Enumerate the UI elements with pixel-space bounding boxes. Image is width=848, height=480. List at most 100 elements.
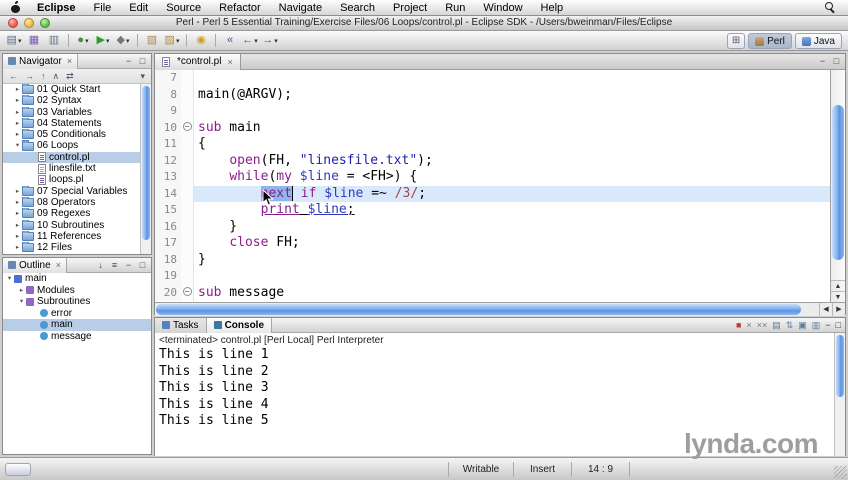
print-button[interactable]: ▥ [45, 32, 63, 49]
terminate-button[interactable]: ■ [736, 319, 741, 332]
menu-refactor[interactable]: Refactor [210, 0, 270, 16]
code-line-20[interactable]: 20− sub message [155, 284, 830, 302]
minimize-button[interactable]: − [825, 319, 830, 332]
navigator-item-07-special-variables[interactable]: ▸ 07 Special Variables [3, 185, 151, 197]
back-dropdown-icon[interactable]: ▾ [254, 37, 258, 45]
expanded-triangle-icon[interactable]: ▾ [17, 296, 26, 308]
outline-item-main[interactable]: ▾ main [3, 273, 151, 285]
perspective-perl-button[interactable]: Perl [748, 33, 792, 49]
scroll-left-arrow-icon[interactable]: ◀ [819, 303, 832, 316]
collapsed-triangle-icon[interactable]: ▸ [13, 231, 22, 242]
view-menu-icon[interactable]: ▾ [140, 71, 145, 82]
code-line-16[interactable]: 16 } [155, 218, 830, 235]
debug-button[interactable]: ● ▾ [74, 32, 92, 49]
apple-menu-icon[interactable] [11, 0, 20, 13]
code-line-17[interactable]: 17 close FH; [155, 235, 830, 252]
code-line-11[interactable]: 11 { [155, 136, 830, 153]
fold-toggle[interactable]: − [181, 119, 194, 136]
open-console-button[interactable]: ▥ [812, 319, 821, 332]
maximize-button[interactable]: □ [836, 319, 841, 332]
navigator-item-02-syntax[interactable]: ▸ 02 Syntax [3, 95, 151, 106]
console-tab[interactable]: Console [206, 317, 273, 333]
fast-view-button[interactable] [5, 463, 31, 476]
pin-console-button[interactable]: ▣ [798, 319, 807, 332]
collapsed-triangle-icon[interactable]: ▸ [13, 107, 22, 118]
editor-hscroll-thumb[interactable] [156, 304, 801, 315]
navigator-item-03-variables[interactable]: ▸ 03 Variables [3, 106, 151, 118]
editor-vscroll-thumb[interactable] [832, 105, 844, 260]
collapsed-triangle-icon[interactable]: ▸ [13, 197, 22, 208]
remove-launch-button[interactable]: × [746, 319, 751, 332]
code-line-8[interactable]: 8 main(@ARGV); [155, 86, 830, 104]
collapsed-triangle-icon[interactable]: ▸ [13, 242, 22, 253]
back-icon[interactable]: ← [9, 71, 18, 82]
expanded-triangle-icon[interactable]: ▾ [13, 140, 22, 151]
forward-button[interactable]: → ▾ [261, 32, 279, 49]
close-view-icon[interactable]: × [56, 260, 61, 270]
code-text[interactable]: while(my $line = <FH>) { [194, 169, 830, 186]
navigator-item-control-pl[interactable]: control.pl [3, 151, 151, 164]
collapsed-triangle-icon[interactable]: ▸ [13, 186, 22, 197]
window-title-bar[interactable]: Perl - Perl 5 Essential Training/Exercis… [0, 16, 848, 31]
editor-vertical-scrollbar[interactable]: ▲ ▼ [830, 70, 845, 302]
navigator-item-08-operators[interactable]: ▸ 08 Operators [3, 196, 151, 208]
scroll-right-arrow-icon[interactable]: ▶ [832, 303, 845, 316]
navigator-scrollbar-thumb[interactable] [142, 86, 150, 240]
perspective-java-button[interactable]: Java [794, 33, 842, 49]
navigator-item-04-statements[interactable]: ▸ 04 Statements [3, 117, 151, 129]
navigator-item-05-conditionals[interactable]: ▸ 05 Conditionals [3, 129, 151, 140]
outline-item-error[interactable]: error [3, 308, 151, 320]
save-button[interactable]: ▦ [25, 32, 43, 49]
code-text[interactable]: open(FH, "linesfile.txt"); [194, 153, 830, 170]
navigator-item-06-loops[interactable]: ▾ 06 Loops [3, 140, 151, 151]
console-scrollbar[interactable] [834, 333, 845, 456]
external-tools-button[interactable]: ◆ ▾ [114, 32, 132, 49]
run-dropdown-icon[interactable]: ▾ [106, 37, 110, 45]
sort-icon[interactable]: ↓ [95, 259, 106, 272]
menu-source[interactable]: Source [157, 0, 210, 16]
expanded-triangle-icon[interactable]: ▾ [5, 273, 14, 285]
link-with-editor-icon[interactable]: ⇄ [66, 71, 74, 82]
navigator-item-10-subroutines[interactable]: ▸ 10 Subroutines [3, 219, 151, 231]
editor-tab-control-pl[interactable]: *control.pl × [155, 53, 241, 70]
debug-dropdown-icon[interactable]: ▾ [85, 37, 89, 45]
navigator-tab[interactable]: Navigator × [3, 53, 79, 69]
spotlight-search-icon[interactable] [825, 2, 836, 13]
editor-horizontal-scrollbar[interactable]: ◀ ▶ [155, 302, 845, 316]
code-line-10[interactable]: 10− sub main [155, 119, 830, 136]
code-line-13[interactable]: 13 while(my $line = <FH>) { [155, 169, 830, 186]
code-text[interactable]: main(@ARGV); [194, 87, 830, 104]
console-output[interactable]: This is line 1 This is line 2 This is line… [155, 347, 845, 430]
external-tools-dropdown-icon[interactable]: ▾ [126, 37, 130, 45]
outline-item-main[interactable]: main [3, 319, 151, 331]
collapsed-triangle-icon[interactable]: ▸ [17, 285, 26, 297]
close-window-button[interactable] [8, 18, 18, 28]
code-line-14[interactable]: 14 next if $line =~ /3/; [155, 185, 830, 202]
code-line-19[interactable]: 19 [155, 268, 830, 285]
menu-project[interactable]: Project [384, 0, 436, 16]
outline-tab[interactable]: Outline × [3, 257, 67, 273]
navigator-scrollbar[interactable] [140, 84, 151, 254]
code-text[interactable]: { [194, 136, 830, 153]
menu-window[interactable]: Window [474, 0, 531, 16]
collapsed-triangle-icon[interactable]: ▸ [13, 118, 22, 129]
code-text[interactable]: } [194, 252, 830, 269]
menu-help[interactable]: Help [532, 0, 573, 16]
collapsed-triangle-icon[interactable]: ▸ [13, 95, 22, 106]
code-line-9[interactable]: 9 [155, 103, 830, 120]
zoom-window-button[interactable] [40, 18, 50, 28]
collapsed-triangle-icon[interactable]: ▸ [13, 84, 22, 95]
outline-item-subroutines[interactable]: ▾ Subroutines [3, 296, 151, 308]
code-line-7[interactable]: 7 [155, 70, 830, 87]
maximize-view-icon[interactable]: □ [137, 55, 148, 68]
new-perl-file-button[interactable]: ▨ ▾ [163, 32, 181, 49]
scroll-down-arrow-icon[interactable]: ▼ [831, 291, 845, 302]
maximize-editor-icon[interactable]: □ [831, 55, 842, 68]
scroll-up-arrow-icon[interactable]: ▲ [831, 280, 845, 291]
code-text[interactable]: sub message [194, 285, 830, 302]
window-resize-grip[interactable] [834, 466, 847, 479]
run-button[interactable]: ▶ ▾ [94, 32, 112, 49]
menu-edit[interactable]: Edit [120, 0, 157, 16]
collapsed-triangle-icon[interactable]: ▸ [13, 129, 22, 140]
back-button[interactable]: ← ▾ [241, 32, 259, 49]
